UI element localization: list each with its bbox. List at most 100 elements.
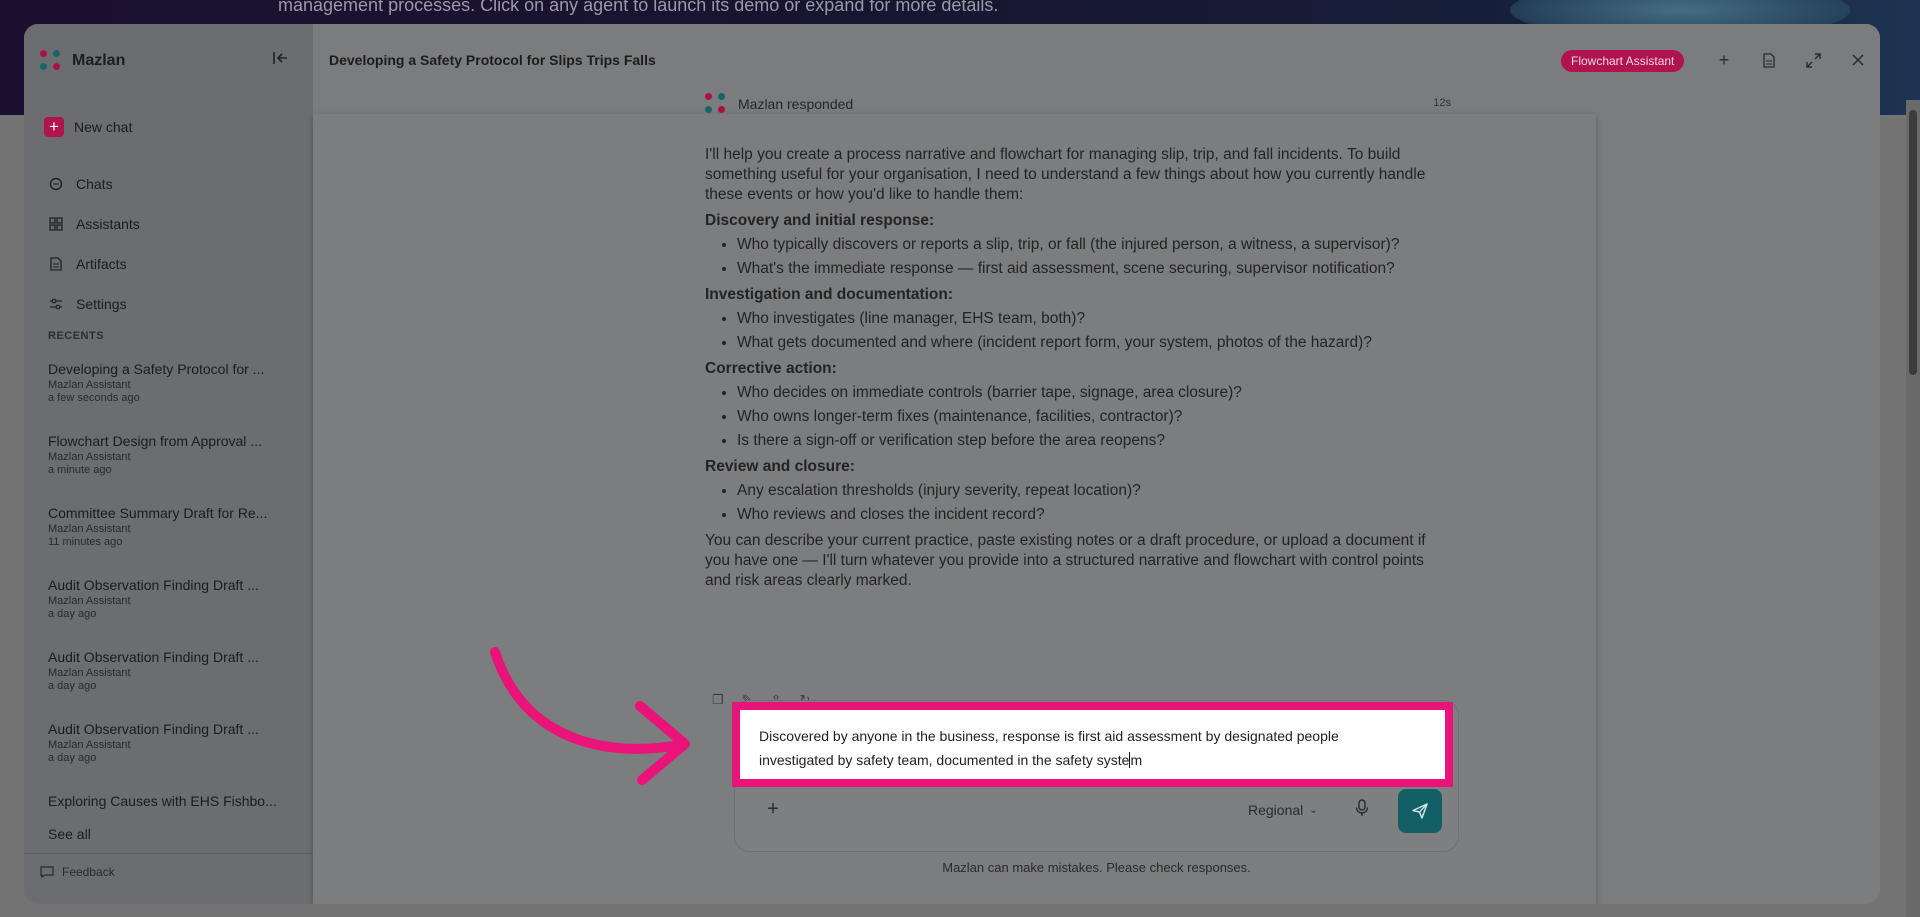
recent-chat-time: 11 minutes ago (48, 536, 123, 548)
section-heading: Investigation and documentation: (705, 286, 954, 303)
sidebar: Mazlan + New chat Chats Assistants Artif… (24, 24, 313, 904)
see-all-link[interactable]: See all (48, 826, 91, 842)
document-icon (48, 256, 64, 272)
input-line: investigated by safety team, documented … (759, 748, 1439, 772)
sidebar-item-label: Artifacts (76, 256, 127, 272)
document-icon (1763, 52, 1775, 68)
recent-chat-item[interactable]: Audit Observation Finding Draft ... Mazl… (48, 649, 298, 721)
sidebar-item-label: Settings (76, 296, 127, 312)
sliders-icon (48, 296, 64, 312)
question-item: Who investigates (line manager, EHS team… (737, 309, 1445, 329)
message-input-text[interactable]: Discovered by anyone in the business, re… (759, 724, 1439, 772)
recent-chat-title: Audit Observation Finding Draft ... (48, 649, 259, 665)
recent-chat-title: Audit Observation Finding Draft ... (48, 577, 259, 593)
recent-chat-item[interactable]: Flowchart Design from Approval ... Mazla… (48, 433, 298, 505)
recent-chat-item[interactable]: Audit Observation Finding Draft ... Mazl… (48, 577, 298, 649)
send-icon (1412, 803, 1428, 819)
new-chat-label: New chat (74, 119, 133, 135)
recent-chat-title: Developing a Safety Protocol for ... (48, 361, 265, 377)
recent-chat-time: a day ago (48, 680, 97, 692)
mazlan-logo-icon (40, 50, 62, 72)
disclaimer: Mazlan can make mistakes. Please check r… (942, 860, 1251, 875)
input-line: Discovered by anyone in the business, re… (759, 728, 1339, 744)
grid-icon (48, 216, 64, 232)
question-item: Who reviews and closes the incident reco… (737, 505, 1445, 525)
region-select[interactable]: Regional ⌄ (1248, 802, 1318, 820)
region-select-value: Regional (1248, 802, 1304, 818)
message-author: Mazlan responded (738, 96, 854, 112)
recent-chat-time: a day ago (48, 752, 97, 764)
brand-name: Mazlan (72, 52, 126, 69)
recent-chat-assistant: Mazlan Assistant (48, 523, 131, 535)
send-button[interactable] (1398, 789, 1442, 833)
input-line-part: investigated by safety team, documented … (759, 752, 1130, 768)
close-button[interactable] (1846, 48, 1870, 72)
question-item: Who owns longer-term fixes (maintenance,… (737, 407, 1445, 427)
copy-icon[interactable]: ❐ (712, 692, 724, 708)
mazlan-avatar-icon (705, 93, 727, 115)
sidebar-item-artifacts[interactable]: Artifacts (48, 244, 140, 284)
annotation-arrow (490, 647, 690, 785)
recents-heading: RECENTS (48, 330, 105, 342)
sidebar-nav: Chats Assistants Artifacts Settings (48, 164, 140, 324)
collapse-left-icon (273, 52, 287, 64)
question-item: Any escalation thresholds (injury severi… (737, 481, 1445, 501)
artifact-button[interactable] (1757, 48, 1781, 72)
section-heading: Review and closure: (705, 458, 855, 475)
question-item: Who decides on immediate controls (barri… (737, 383, 1445, 403)
expand-icon (1805, 52, 1821, 68)
section-heading: Discovery and initial response: (705, 212, 935, 229)
divider (24, 853, 313, 854)
attach-button[interactable]: + (762, 798, 784, 820)
recents-list: Developing a Safety Protocol for ... Maz… (48, 361, 298, 823)
sidebar-item-label: Assistants (76, 216, 140, 232)
recent-chat-assistant: Mazlan Assistant (48, 451, 131, 463)
sidebar-item-label: Chats (76, 176, 113, 192)
recent-chat-time: a day ago (48, 608, 97, 620)
plus-icon: + (767, 798, 779, 820)
chat-icon (48, 176, 64, 192)
recent-chat-title: Exploring Causes with EHS Fishbo... (48, 793, 277, 809)
assistant-badge[interactable]: Flowchart Assistant (1561, 50, 1685, 72)
question-list: Who decides on immediate controls (barri… (737, 383, 1445, 451)
microphone-button[interactable] (1355, 799, 1375, 821)
expand-button[interactable] (1801, 48, 1825, 72)
message-elapsed-time: 12s (1433, 97, 1451, 109)
sidebar-item-chats[interactable]: Chats (48, 164, 140, 204)
microphone-icon (1355, 799, 1369, 816)
recent-chat-item[interactable]: Audit Observation Finding Draft ... Mazl… (48, 721, 298, 793)
sidebar-item-settings[interactable]: Settings (48, 284, 140, 324)
recent-chat-title: Audit Observation Finding Draft ... (48, 721, 259, 737)
message-intro: I'll help you create a process narrative… (705, 146, 1426, 203)
assistant-message: I'll help you create a process narrative… (705, 145, 1445, 597)
feedback-button[interactable]: Feedback (40, 865, 115, 879)
plus-icon: + (44, 117, 64, 137)
question-item: What gets documented and where (incident… (737, 333, 1445, 353)
recent-chat-assistant: Mazlan Assistant (48, 667, 131, 679)
recent-chat-item[interactable]: Committee Summary Draft for Re... Mazlan… (48, 505, 298, 577)
feedback-icon (40, 866, 54, 878)
question-item: Is there a sign-off or verification step… (737, 431, 1445, 451)
collapse-sidebar-button[interactable] (270, 51, 292, 71)
section-heading: Corrective action: (705, 360, 837, 377)
message-header: Mazlan responded 12s (705, 92, 1451, 116)
close-icon (1852, 54, 1864, 66)
recent-chat-title: Flowchart Design from Approval ... (48, 433, 262, 449)
chevron-down-icon: ⌄ (1309, 805, 1318, 816)
input-line-part: m (1130, 752, 1143, 768)
sidebar-item-assistants[interactable]: Assistants (48, 204, 140, 244)
recent-chat-assistant: Mazlan Assistant (48, 739, 131, 751)
recent-chat-item[interactable]: Developing a Safety Protocol for ... Maz… (48, 361, 298, 433)
new-chat-button[interactable]: + New chat (44, 117, 132, 137)
question-list: Any escalation thresholds (injury severi… (737, 481, 1445, 525)
recent-chat-item[interactable]: Exploring Causes with EHS Fishbo... (48, 793, 298, 823)
new-conversation-button[interactable]: + (1712, 48, 1736, 72)
page-scrollbar-thumb[interactable] (1909, 110, 1917, 375)
background-hero-text: management processes. Click on any agent… (278, 0, 999, 15)
brand-logo[interactable]: Mazlan (40, 50, 125, 72)
recent-chat-assistant: Mazlan Assistant (48, 595, 131, 607)
question-list: Who investigates (line manager, EHS team… (737, 309, 1445, 353)
plus-icon: + (1718, 49, 1730, 70)
recent-chat-time: a minute ago (48, 464, 112, 476)
question-item: Who typically discovers or reports a sli… (737, 235, 1445, 255)
